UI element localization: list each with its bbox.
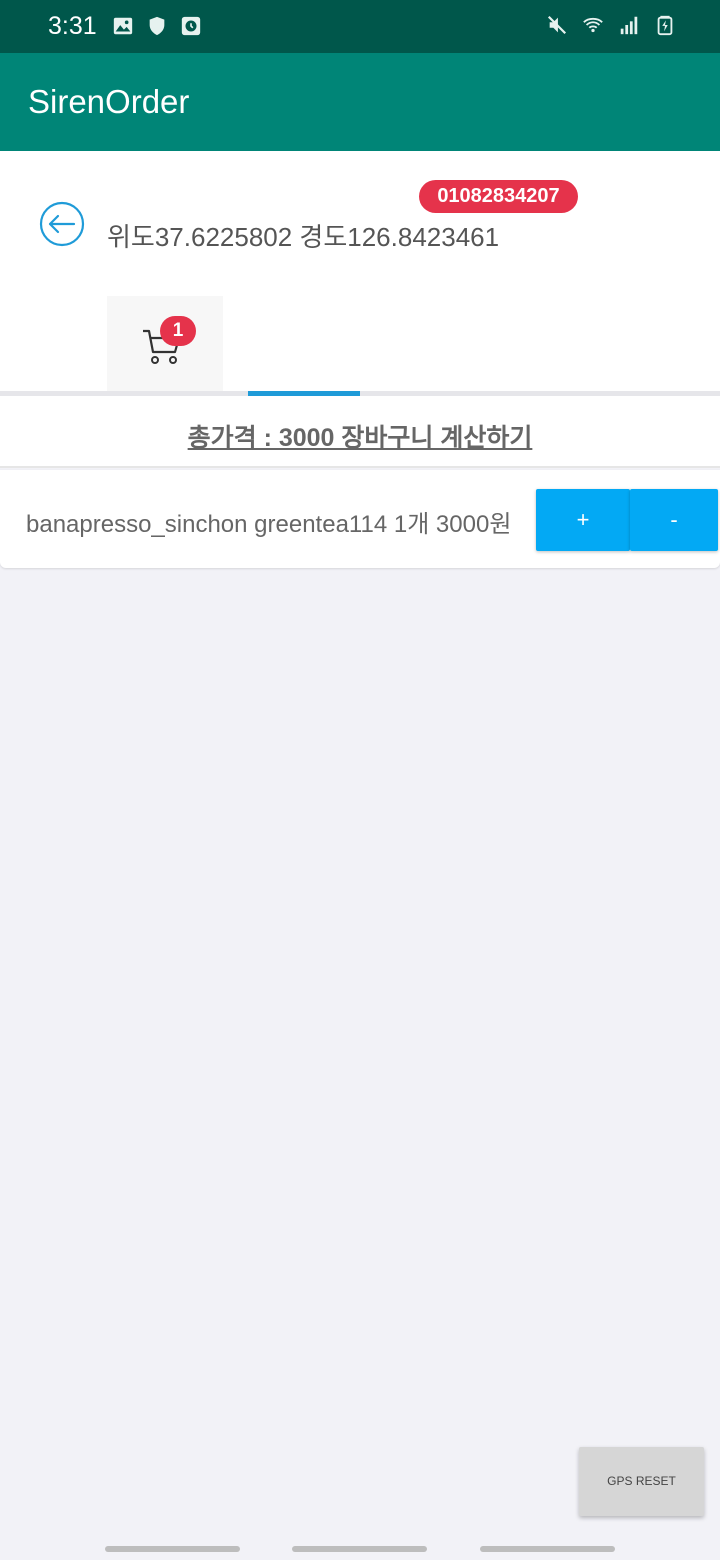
battery-icon <box>657 15 673 36</box>
phone-number-badge: 01082834207 <box>419 180 578 213</box>
location-panel: 위도37.6225802 경도126.8423461 1 <box>0 151 720 391</box>
cart-item-text: banapresso_sinchon greentea114 1개 3000원 <box>26 511 512 538</box>
decrease-quantity-button[interactable]: - <box>630 489 718 551</box>
location-coordinates: 위도37.6225802 경도126.8423461 <box>107 222 500 252</box>
nav-recents-button[interactable] <box>105 1546 240 1552</box>
navigation-bar <box>0 1530 720 1560</box>
increase-quantity-button[interactable]: + <box>536 489 630 551</box>
status-time: 3:31 <box>48 12 97 40</box>
tab-cart[interactable]: 1 <box>107 296 223 391</box>
wifi-icon <box>583 17 603 33</box>
cart-count-badge: 1 <box>160 316 196 346</box>
clock-icon <box>181 16 201 36</box>
back-arrow-icon[interactable] <box>38 200 86 248</box>
app-bar: SirenOrder <box>0 53 720 151</box>
cart-item-row: banapresso_sinchon greentea114 1개 3000원 … <box>0 470 720 568</box>
app-title: SirenOrder <box>28 83 190 120</box>
status-bar: 3:31 <box>0 0 720 53</box>
checkout-link[interactable]: 총가격 : 3000 장바구니 계산하기 <box>0 418 720 454</box>
nav-back-button[interactable] <box>480 1546 615 1552</box>
gps-reset-button[interactable]: GPS RESET <box>579 1447 704 1516</box>
signal-icon <box>620 16 638 35</box>
total-row: 총가격 : 3000 장바구니 계산하기 <box>0 396 720 468</box>
nav-home-button[interactable] <box>292 1546 427 1552</box>
mute-icon <box>547 15 567 35</box>
image-icon <box>113 17 133 35</box>
shield-icon <box>149 16 165 36</box>
